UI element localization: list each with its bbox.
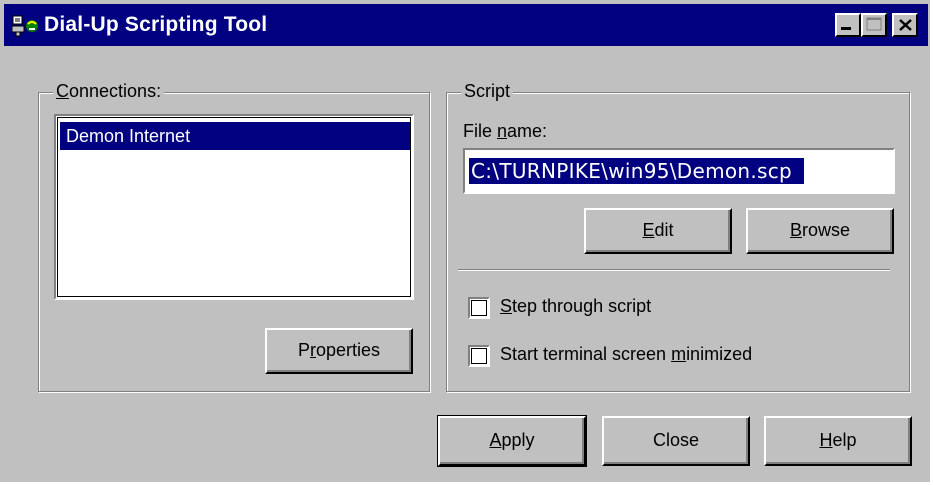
edit-button[interactable]: Edit: [584, 208, 732, 254]
file-name-field[interactable]: C:\TURNPIKE\win95\Demon.scp: [463, 148, 895, 194]
connections-label: Connections:: [53, 81, 165, 102]
close-window-button[interactable]: [892, 13, 918, 37]
close-button[interactable]: Close: [602, 416, 750, 466]
minimize-button[interactable]: [835, 13, 861, 37]
start-minimized-checkbox[interactable]: [468, 345, 490, 367]
apply-button[interactable]: Apply: [437, 415, 587, 467]
help-button[interactable]: Help: [764, 416, 912, 466]
minimize-icon: [841, 27, 851, 30]
script-separator: [458, 269, 890, 271]
properties-button[interactable]: Properties: [265, 328, 413, 374]
step-through-label[interactable]: Step through script: [500, 296, 651, 317]
file-name-value: C:\TURNPIKE\win95\Demon.scp: [469, 158, 805, 184]
maximize-icon: [866, 17, 882, 31]
dialup-scripting-window: Dial-Up Scripting Tool Connections: Demo…: [0, 0, 933, 485]
window-title: Dial-Up Scripting Tool: [44, 13, 268, 36]
close-icon: [899, 19, 912, 31]
script-label: Script: [461, 81, 514, 102]
title-bar[interactable]: Dial-Up Scripting Tool: [4, 4, 928, 46]
connections-listbox[interactable]: Demon Internet: [54, 114, 414, 300]
start-minimized-label[interactable]: Start terminal screen minimized: [500, 344, 752, 365]
connection-item-demon-internet[interactable]: Demon Internet: [60, 122, 410, 150]
file-name-label: File name:: [463, 121, 548, 141]
dialup-app-icon: [12, 15, 38, 37]
step-through-checkbox[interactable]: [468, 297, 490, 319]
maximize-button[interactable]: [861, 13, 887, 37]
browse-button[interactable]: Browse: [746, 208, 894, 254]
